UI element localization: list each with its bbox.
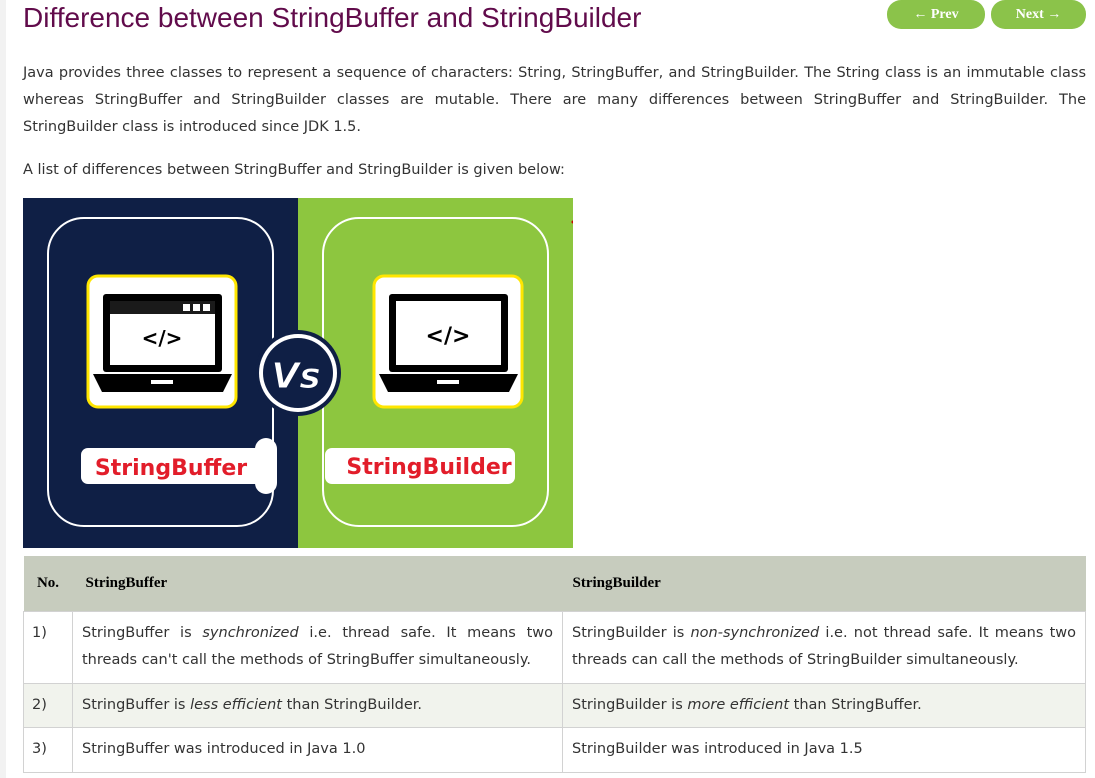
left-laptop-icon: </> (86, 274, 238, 409)
right-label-badge: StringBuilder (325, 448, 515, 484)
header-stringbuffer: StringBuffer (72, 556, 563, 611)
stringbuffer-cell: StringBuffer was introduced in Java 1.0 (72, 726, 563, 773)
stringbuilder-cell: StringBuilder is more efficient than Str… (562, 682, 1086, 728)
intro-paragraph: Java provides three classes to represent… (23, 65, 1086, 135)
prev-button[interactable]: ← Prev (887, 0, 985, 29)
stringbuffer-vs-stringbuilder-illustration: </> </> Vs StringBuffer StringBuilder (23, 198, 573, 548)
header-stringbuilder: StringBuilder (562, 556, 1086, 611)
row-number: 1) (23, 610, 73, 684)
next-button[interactable]: Next → (991, 0, 1086, 29)
table-row: 1) StringBuffer is synchronized i.e. thr… (23, 610, 1086, 684)
stringbuffer-cell: StringBuffer is synchronized i.e. thread… (72, 610, 563, 684)
header-no: No. (23, 556, 73, 611)
row-number: 3) (23, 726, 73, 773)
right-code-glyph: </> (426, 324, 471, 349)
stringbuffer-label: StringBuffer (95, 456, 247, 481)
right-laptop-icon: </> (372, 274, 524, 409)
page-title: Difference between StringBuffer and Stri… (23, 2, 642, 33)
stringbuilder-cell: StringBuilder was introduced in Java 1.5 (562, 726, 1086, 773)
stringbuilder-cell: StringBuilder is non-synchronized i.e. n… (562, 610, 1086, 684)
table-header-row: No. StringBuffer StringBuilder (23, 556, 1086, 611)
difference-table: No. StringBuffer StringBuilder 1) String… (23, 556, 1086, 773)
left-code-glyph: </> (142, 326, 183, 350)
stringbuffer-cell: StringBuffer is less efficient than Stri… (72, 682, 563, 728)
table-row: 3) StringBuffer was introduced in Java 1… (23, 726, 1086, 773)
vs-text: Vs (271, 356, 320, 397)
left-page-rule (0, 0, 6, 778)
list-intro-text: A list of differences between StringBuff… (23, 162, 565, 178)
row-number: 2) (23, 682, 73, 728)
stringbuilder-label: StringBuilder (346, 455, 511, 480)
table-row: 2) StringBuffer is less efficient than S… (23, 682, 1086, 728)
